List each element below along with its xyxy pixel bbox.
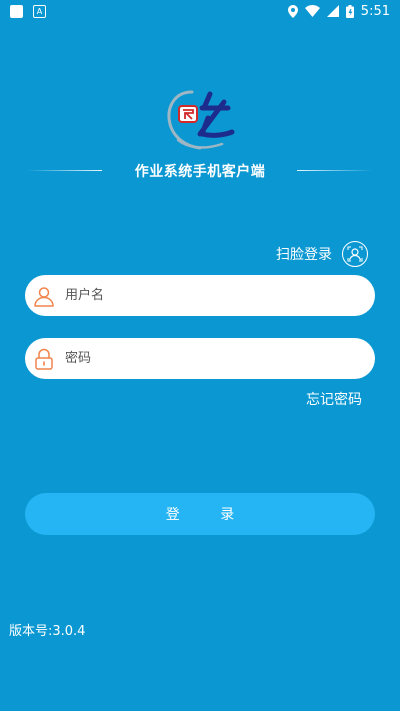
signal-icon xyxy=(326,5,339,17)
username-field[interactable] xyxy=(25,275,375,316)
login-button[interactable]: 登 录 xyxy=(25,493,375,535)
status-bar-notifications: A xyxy=(10,4,46,18)
version-label: 版本号:3.0.4 xyxy=(9,624,86,639)
app-title: 作业系统手机客户端 xyxy=(134,164,266,180)
username-input[interactable] xyxy=(63,287,357,304)
user-icon xyxy=(33,285,55,307)
forgot-password-link[interactable]: 忘记密码 xyxy=(306,389,362,409)
status-bar: A 5:51 xyxy=(0,0,400,22)
app-notification-icon: A xyxy=(33,4,46,18)
face-login-label: 扫脸登录 xyxy=(276,247,332,263)
title-divider-right xyxy=(297,170,373,171)
app-logo xyxy=(167,90,235,150)
status-time: 5:51 xyxy=(360,3,390,19)
face-scan-icon[interactable] xyxy=(342,241,368,267)
status-bar-system: 5:51 xyxy=(287,3,390,19)
wifi-icon xyxy=(304,5,320,17)
notification-icon xyxy=(10,4,23,18)
location-icon xyxy=(287,4,298,18)
password-field[interactable] xyxy=(25,338,375,379)
lock-icon xyxy=(33,348,55,370)
battery-icon xyxy=(345,4,354,18)
password-input[interactable] xyxy=(63,350,357,367)
app-title-row: 作业系统手机客户端 xyxy=(0,160,400,182)
face-login-button[interactable]: 扫脸登录 xyxy=(276,240,368,268)
